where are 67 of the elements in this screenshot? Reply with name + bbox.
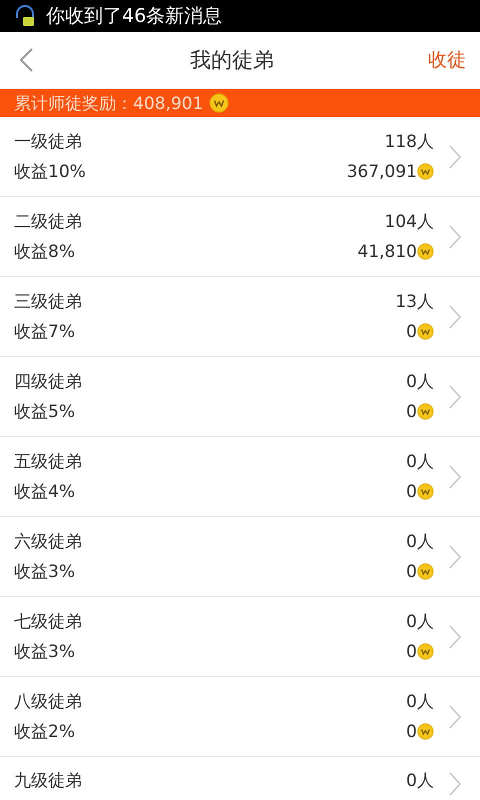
back-icon — [18, 47, 34, 73]
level-row[interactable]: 八级徒弟 收益2% 0人 0 — [0, 677, 480, 757]
chevron-icon — [448, 144, 462, 170]
chevron-icon — [448, 224, 462, 250]
chevron-icon — [448, 624, 462, 650]
level-name: 六级徒弟 — [14, 532, 83, 552]
coin-icon — [417, 403, 434, 420]
earning-rate: 收益3% — [14, 562, 76, 582]
chevron-icon — [448, 544, 462, 570]
earnings-amount: 0 — [406, 402, 417, 422]
level-row[interactable]: 二级徒弟 收益8% 104人 41,810 — [0, 197, 480, 277]
level-name: 八级徒弟 — [14, 692, 83, 712]
level-name: 一级徒弟 — [14, 132, 83, 152]
chevron-icon — [448, 304, 462, 330]
coin-icon — [417, 243, 434, 260]
level-row[interactable]: 四级徒弟 收益5% 0人 0 — [0, 357, 480, 437]
coin-icon — [209, 93, 230, 113]
level-name: 五级徒弟 — [14, 452, 83, 472]
headset-icon — [14, 4, 36, 28]
disciple-count: 118人 — [384, 132, 434, 152]
coin-icon — [417, 483, 434, 500]
earnings-amount: 0 — [406, 722, 417, 742]
chevron-icon — [448, 704, 462, 730]
level-row[interactable]: 九级徒弟 0人 — [0, 757, 480, 800]
disciple-count: 0人 — [406, 771, 434, 791]
disciple-count: 0人 — [406, 612, 434, 632]
level-row[interactable]: 一级徒弟 收益10% 118人 367,091 — [0, 117, 480, 197]
earnings-amount: 367,091 — [346, 162, 417, 182]
earnings-amount: 0 — [406, 482, 417, 502]
earning-rate: 收益10% — [14, 162, 87, 182]
earning-rate: 收益5% — [14, 402, 76, 422]
earnings-amount: 0 — [406, 642, 417, 662]
disciple-count: 13人 — [395, 292, 434, 312]
earning-rate: 收益8% — [14, 242, 76, 262]
level-row[interactable]: 三级徒弟 收益7% 13人 0 — [0, 277, 480, 357]
disciple-count: 0人 — [406, 692, 434, 712]
chevron-icon — [448, 771, 462, 797]
level-row[interactable]: 五级徒弟 收益4% 0人 0 — [0, 437, 480, 517]
earning-rate: 收益3% — [14, 642, 76, 662]
earning-rate: 收益7% — [14, 322, 76, 342]
earnings-amount: 0 — [406, 322, 417, 342]
earning-rate: 收益4% — [14, 482, 76, 502]
coin-icon — [417, 163, 434, 180]
level-row[interactable]: 七级徒弟 收益3% 0人 0 — [0, 597, 480, 677]
page-title: 我的徒弟 — [190, 47, 274, 74]
disciple-count: 104人 — [384, 212, 434, 232]
earnings-amount: 0 — [406, 562, 417, 582]
disciple-count: 0人 — [406, 372, 434, 392]
level-name: 七级徒弟 — [14, 612, 83, 632]
coin-icon — [417, 643, 434, 660]
coin-icon — [417, 323, 434, 340]
coin-icon — [417, 723, 434, 740]
level-name: 九级徒弟 — [14, 771, 83, 791]
level-name: 四级徒弟 — [14, 372, 83, 392]
disciple-count: 0人 — [406, 532, 434, 552]
total-reward-text: 累计师徒奖励：408,901 — [14, 92, 204, 114]
earnings-amount: 41,810 — [358, 242, 417, 262]
chevron-icon — [448, 384, 462, 410]
recruit-button[interactable]: 收徒 — [428, 47, 466, 73]
disciple-count: 0人 — [406, 452, 434, 472]
chevron-icon — [448, 464, 462, 490]
level-row[interactable]: 六级徒弟 收益3% 0人 0 — [0, 517, 480, 597]
earning-rate: 收益2% — [14, 722, 76, 742]
notification-text: 你收到了46条新消息 — [46, 4, 222, 29]
coin-icon — [417, 563, 434, 580]
level-name: 二级徒弟 — [14, 212, 83, 232]
level-name: 三级徒弟 — [14, 292, 83, 312]
